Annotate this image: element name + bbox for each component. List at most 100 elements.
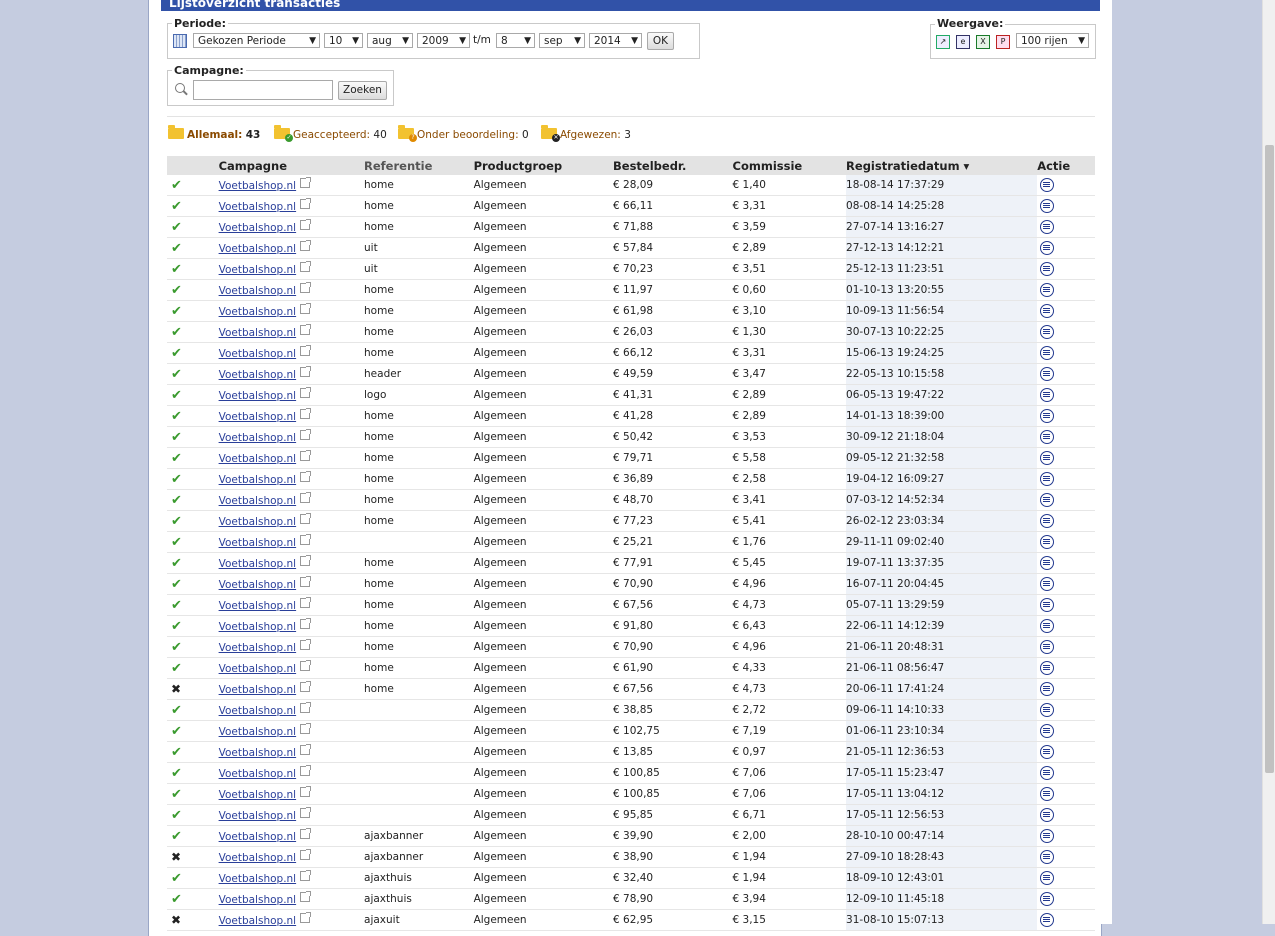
- external-link-icon[interactable]: [300, 849, 312, 860]
- external-link-icon[interactable]: [300, 912, 312, 923]
- external-link-icon[interactable]: [300, 828, 312, 839]
- external-link-icon[interactable]: [300, 618, 312, 629]
- external-link-icon[interactable]: [300, 198, 312, 209]
- details-icon[interactable]: [1040, 492, 1055, 507]
- campagne-link[interactable]: Voetbalshop.nl: [219, 600, 297, 612]
- external-link-icon[interactable]: [300, 366, 312, 377]
- external-link-icon[interactable]: [300, 765, 312, 776]
- external-link-icon[interactable]: [300, 471, 312, 482]
- details-icon[interactable]: [1040, 891, 1055, 906]
- details-icon[interactable]: [1040, 597, 1055, 612]
- to-month-select[interactable]: sep ▼: [539, 33, 585, 48]
- external-link-icon[interactable]: [300, 597, 312, 608]
- details-icon[interactable]: [1040, 198, 1055, 213]
- campagne-link[interactable]: Voetbalshop.nl: [219, 852, 297, 864]
- external-link-icon[interactable]: [300, 513, 312, 524]
- periode-type-select[interactable]: Gekozen Periode ▼: [193, 33, 320, 48]
- campagne-link[interactable]: Voetbalshop.nl: [219, 390, 297, 402]
- details-icon[interactable]: [1040, 828, 1055, 843]
- external-link-icon[interactable]: [300, 891, 312, 902]
- details-icon[interactable]: [1040, 261, 1055, 276]
- details-icon[interactable]: [1040, 408, 1055, 423]
- details-icon[interactable]: [1040, 219, 1055, 234]
- campagne-link[interactable]: Voetbalshop.nl: [219, 306, 297, 318]
- filter-review[interactable]: ? Onder beoordeling: 0: [398, 125, 529, 142]
- campagne-link[interactable]: Voetbalshop.nl: [219, 264, 297, 276]
- external-link-icon[interactable]: [300, 240, 312, 251]
- external-link-icon[interactable]: [300, 408, 312, 419]
- campagne-link[interactable]: Voetbalshop.nl: [219, 726, 297, 738]
- details-icon[interactable]: [1040, 471, 1055, 486]
- campagne-link[interactable]: Voetbalshop.nl: [219, 873, 297, 885]
- campagne-link[interactable]: Voetbalshop.nl: [219, 810, 297, 822]
- campagne-link[interactable]: Voetbalshop.nl: [219, 474, 297, 486]
- campagne-search-input[interactable]: [193, 80, 333, 100]
- campagne-link[interactable]: Voetbalshop.nl: [219, 516, 297, 528]
- campagne-link[interactable]: Voetbalshop.nl: [219, 348, 297, 360]
- external-link-icon[interactable]: [300, 555, 312, 566]
- header-commissie[interactable]: Commissie: [732, 156, 847, 175]
- export-link-icon[interactable]: ↗: [936, 35, 950, 49]
- details-icon[interactable]: [1040, 681, 1055, 696]
- details-icon[interactable]: [1040, 786, 1055, 801]
- details-icon[interactable]: [1040, 429, 1055, 444]
- from-day-select[interactable]: 10 ▼: [324, 33, 363, 48]
- external-link-icon[interactable]: [300, 303, 312, 314]
- header-bestelbedrag[interactable]: Bestelbedr.: [613, 156, 733, 175]
- export-html-icon[interactable]: e: [956, 35, 970, 49]
- external-link-icon[interactable]: [300, 723, 312, 734]
- campagne-link[interactable]: Voetbalshop.nl: [219, 495, 297, 507]
- external-link-icon[interactable]: [300, 660, 312, 671]
- export-excel-icon[interactable]: X: [976, 35, 990, 49]
- details-icon[interactable]: [1040, 849, 1055, 864]
- campagne-link[interactable]: Voetbalshop.nl: [219, 180, 297, 192]
- filter-all[interactable]: Allemaal: 43: [168, 125, 260, 142]
- filter-rejected[interactable]: ✕ Afgewezen: 3: [541, 125, 631, 142]
- header-productgroep[interactable]: Productgroep: [473, 156, 614, 175]
- details-icon[interactable]: [1040, 555, 1055, 570]
- external-link-icon[interactable]: [300, 702, 312, 713]
- details-icon[interactable]: [1040, 870, 1055, 885]
- scrollbar-thumb[interactable]: [1265, 145, 1274, 773]
- details-icon[interactable]: [1040, 345, 1055, 360]
- campagne-link[interactable]: Voetbalshop.nl: [219, 558, 297, 570]
- campagne-link[interactable]: Voetbalshop.nl: [219, 537, 297, 549]
- page-scrollbar[interactable]: [1262, 0, 1275, 924]
- from-year-select[interactable]: 2009 ▼: [417, 33, 470, 48]
- external-link-icon[interactable]: [300, 219, 312, 230]
- campagne-link[interactable]: Voetbalshop.nl: [219, 768, 297, 780]
- external-link-icon[interactable]: [300, 429, 312, 440]
- campagne-link[interactable]: Voetbalshop.nl: [219, 222, 297, 234]
- campagne-link[interactable]: Voetbalshop.nl: [219, 453, 297, 465]
- details-icon[interactable]: [1040, 513, 1055, 528]
- external-link-icon[interactable]: [300, 807, 312, 818]
- details-icon[interactable]: [1040, 702, 1055, 717]
- calendar-icon[interactable]: [173, 34, 187, 48]
- campagne-link[interactable]: Voetbalshop.nl: [219, 621, 297, 633]
- external-link-icon[interactable]: [300, 576, 312, 587]
- details-icon[interactable]: [1040, 807, 1055, 822]
- filter-accepted[interactable]: ✓ Geaccepteerd: 40: [274, 125, 387, 142]
- details-icon[interactable]: [1040, 744, 1055, 759]
- external-link-icon[interactable]: [300, 681, 312, 692]
- details-icon[interactable]: [1040, 450, 1055, 465]
- external-link-icon[interactable]: [300, 177, 312, 188]
- header-registratiedatum[interactable]: Registratiedatum ▾: [846, 156, 1038, 175]
- campagne-link[interactable]: Voetbalshop.nl: [219, 663, 297, 675]
- external-link-icon[interactable]: [300, 786, 312, 797]
- campagne-link[interactable]: Voetbalshop.nl: [219, 894, 297, 906]
- details-icon[interactable]: [1040, 366, 1055, 381]
- rows-per-page-select[interactable]: 100 rijen ▼: [1016, 33, 1089, 48]
- details-icon[interactable]: [1040, 303, 1055, 318]
- campagne-link[interactable]: Voetbalshop.nl: [219, 579, 297, 591]
- external-link-icon[interactable]: [300, 450, 312, 461]
- search-button[interactable]: Zoeken: [338, 81, 387, 100]
- details-icon[interactable]: [1040, 534, 1055, 549]
- campagne-link[interactable]: Voetbalshop.nl: [219, 432, 297, 444]
- campagne-link[interactable]: Voetbalshop.nl: [219, 747, 297, 759]
- details-icon[interactable]: [1040, 324, 1055, 339]
- campagne-link[interactable]: Voetbalshop.nl: [219, 327, 297, 339]
- details-icon[interactable]: [1040, 912, 1055, 927]
- details-icon[interactable]: [1040, 177, 1055, 192]
- external-link-icon[interactable]: [300, 261, 312, 272]
